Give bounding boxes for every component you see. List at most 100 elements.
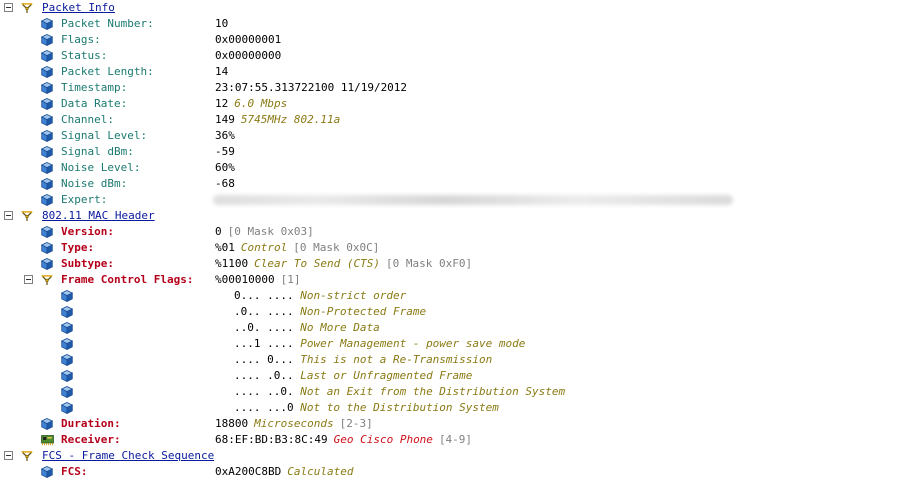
field-frame-control-flags[interactable]: Frame Control Flags: %00010000 [1] (0, 272, 913, 288)
cube-icon (61, 322, 73, 334)
field-label: Type: (61, 241, 95, 254)
field-label: Noise dBm: (61, 177, 128, 190)
antenna-icon (21, 2, 33, 14)
field-value: 10 (215, 17, 229, 30)
field-label: Noise Level: (61, 161, 141, 174)
field-label: Packet Number: (61, 17, 154, 30)
flag-bit-row[interactable]: .0.. .... Non-Protected Frame (0, 304, 913, 320)
field-type[interactable]: Type: %01 Control [0 Mask 0x0C] (0, 240, 913, 256)
field-label: Receiver: (61, 433, 121, 446)
flag-bit-row[interactable]: 0... .... Non-strict order (0, 288, 913, 304)
field-status[interactable]: Status: 0x00000000 (0, 48, 913, 64)
field-noise-level[interactable]: Noise Level: 60% (0, 160, 913, 176)
section-mac-header[interactable]: 802.11 MAC Header (0, 208, 913, 224)
field-label: Status: (61, 49, 108, 62)
field-label: Packet Length: (61, 65, 154, 78)
collapse-minus-icon[interactable] (4, 211, 13, 220)
cube-icon (61, 370, 73, 382)
flag-bit-row[interactable]: ...1 .... Power Management - power save … (0, 336, 913, 352)
cube-icon (41, 418, 53, 430)
field-signal-dbm[interactable]: Signal dBm: -59 (0, 144, 913, 160)
field-value: %1100 Clear To Send (CTS) [0 Mask 0xF0] (215, 257, 473, 270)
flag-bit-row[interactable]: .... ..0. Not an Exit from the Distribut… (0, 384, 913, 400)
redacted-value (213, 195, 733, 205)
flag-bits: .... 0... This is not a Re-Transmission (234, 353, 493, 366)
field-version[interactable]: Version: 0 [0 Mask 0x03] (0, 224, 913, 240)
section-title[interactable]: Packet Info (42, 0, 115, 16)
field-value: 60% (215, 161, 235, 174)
cube-icon (41, 98, 53, 110)
field-noise-dbm[interactable]: Noise dBm: -68 (0, 176, 913, 192)
cube-icon (61, 338, 73, 350)
section-title[interactable]: 802.11 MAC Header (42, 208, 155, 224)
flag-bits: 0... .... Non-strict order (234, 289, 407, 302)
field-value: 149 5745MHz 802.11a (215, 113, 341, 126)
cube-icon (41, 34, 53, 46)
collapse-minus-icon[interactable] (24, 275, 33, 284)
cube-icon (41, 194, 53, 206)
cube-icon (41, 82, 53, 94)
cube-icon (41, 258, 53, 270)
field-label: Channel: (61, 113, 114, 126)
flag-bits: .... .0.. Last or Unfragmented Frame (234, 369, 473, 382)
antenna-icon (41, 274, 53, 286)
flag-bit-row[interactable]: .... 0... This is not a Re-Transmission (0, 352, 913, 368)
section-fcs[interactable]: FCS - Frame Check Sequence (0, 448, 913, 464)
flag-bit-row[interactable]: .... .0.. Last or Unfragmented Frame (0, 368, 913, 384)
cube-icon (41, 146, 53, 158)
section-title[interactable]: FCS - Frame Check Sequence (42, 448, 214, 464)
section-packet-info[interactable]: Packet Info (0, 0, 913, 16)
field-label: Subtype: (61, 257, 114, 270)
field-label: Signal Level: (61, 129, 148, 142)
field-label: Duration: (61, 417, 121, 430)
cube-icon (41, 466, 53, 478)
field-label: Frame Control Flags: (61, 273, 194, 286)
flag-bits: .0.. .... Non-Protected Frame (234, 305, 427, 318)
flag-bits: .... ...0 Not to the Distribution System (234, 401, 499, 414)
field-value: 14 (215, 65, 229, 78)
cube-icon (61, 402, 73, 414)
flag-bits: ...1 .... Power Management - power save … (234, 337, 526, 350)
flag-bit-row[interactable]: ..0. .... No More Data (0, 320, 913, 336)
field-subtype[interactable]: Subtype: %1100 Clear To Send (CTS) [0 Mask… (0, 256, 913, 272)
field-value: %00010000 [1] (215, 273, 301, 286)
antenna-icon (21, 450, 33, 462)
flag-bits: .... ..0. Not an Exit from the Distribut… (234, 385, 566, 398)
cube-icon (41, 162, 53, 174)
field-value: -68 (215, 177, 235, 190)
packet-decode-tree: Packet Info Packet Number: 10 Flags: 0x0000… (0, 0, 913, 480)
field-expert[interactable]: Expert: (0, 192, 913, 208)
field-label: Version: (61, 225, 114, 238)
field-packet-number[interactable]: Packet Number: 10 (0, 16, 913, 32)
cube-icon (41, 66, 53, 78)
field-timestamp[interactable]: Timestamp: 23:07:55.313722100 11/19/2012 (0, 80, 913, 96)
field-packet-length[interactable]: Packet Length: 14 (0, 64, 913, 80)
field-receiver[interactable]: Receiver: 68:EF:BD:B3:8C:49 Geo Cisco Pho… (0, 432, 913, 448)
field-label: Flags: (61, 33, 101, 46)
field-signal-level[interactable]: Signal Level: 36% (0, 128, 913, 144)
collapse-minus-icon[interactable] (4, 451, 13, 460)
flag-bit-row[interactable]: .... ...0 Not to the Distribution System (0, 400, 913, 416)
field-data-rate[interactable]: Data Rate: 12 6.0 Mbps (0, 96, 913, 112)
field-fcs[interactable]: FCS: 0xA200C8BD Calculated (0, 464, 913, 480)
field-value: 68:EF:BD:B3:8C:49 Geo Cisco Phone [4-9] (215, 433, 473, 446)
cube-icon (61, 386, 73, 398)
field-duration[interactable]: Duration: 18800 Microseconds [2-3] (0, 416, 913, 432)
field-flags[interactable]: Flags: 0x00000001 (0, 32, 913, 48)
field-value: 0xA200C8BD Calculated (215, 465, 354, 478)
field-value: -59 (215, 145, 235, 158)
field-value: 12 6.0 Mbps (215, 97, 288, 110)
field-value: 0x00000000 (215, 49, 282, 62)
flag-bits: ..0. .... No More Data (234, 321, 380, 334)
field-label: Timestamp: (61, 81, 128, 94)
cube-icon (41, 242, 53, 254)
field-channel[interactable]: Channel: 149 5745MHz 802.11a (0, 112, 913, 128)
collapse-minus-icon[interactable] (4, 3, 13, 12)
field-label: Data Rate: (61, 97, 128, 110)
cube-icon (61, 306, 73, 318)
field-value: %01 Control [0 Mask 0x0C] (215, 241, 380, 254)
field-label: FCS: (61, 465, 88, 478)
cube-icon (61, 290, 73, 302)
cube-icon (41, 114, 53, 126)
field-label: Signal dBm: (61, 145, 134, 158)
